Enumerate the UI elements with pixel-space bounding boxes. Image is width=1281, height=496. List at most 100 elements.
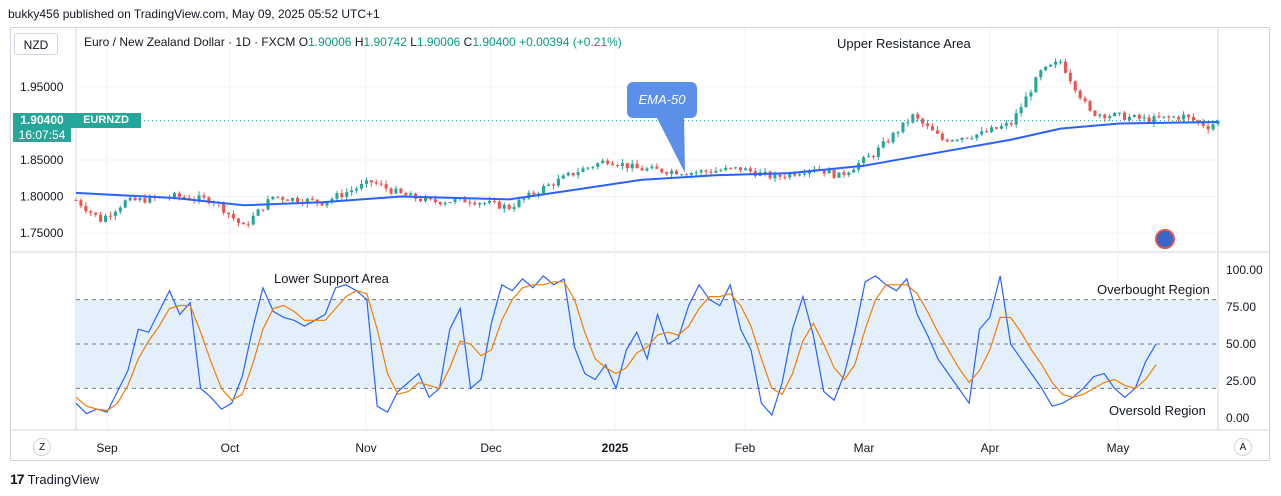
candle-body (743, 168, 747, 171)
candle-body (355, 188, 359, 191)
candle-body (911, 114, 915, 123)
candle-body (478, 203, 482, 205)
candle-body (1113, 112, 1117, 117)
candle-body (389, 188, 393, 194)
candle-body (547, 184, 551, 186)
candle-body (94, 212, 98, 215)
candle-body (635, 163, 639, 169)
ema-callout-pointer (656, 116, 685, 173)
candle-body (256, 209, 260, 216)
symbol-title: Euro / New Zealand Dollar · 1D · FXCM (84, 35, 296, 49)
candle-body (940, 133, 944, 140)
candle-body (483, 202, 487, 204)
candle-body (350, 190, 354, 193)
time-tick-label: Mar (854, 441, 875, 455)
candle-body (630, 163, 634, 169)
price-tick-label: 1.75000 (20, 226, 64, 240)
candle-body (645, 168, 649, 171)
ohlc-open-label: O (298, 35, 309, 49)
candle-body (310, 198, 314, 200)
stoch-tick-label: 50.00 (1226, 337, 1256, 351)
candle-body (399, 188, 403, 194)
oversold-label: Oversold Region (1109, 403, 1206, 418)
symbol-info: Euro / New Zealand Dollar · 1D · FXCM O1… (84, 35, 622, 49)
candle-body (335, 193, 339, 199)
ema50-line (75, 121, 1219, 207)
candle-body (748, 168, 752, 172)
candle-body (1049, 64, 1053, 67)
candle-body (1147, 117, 1151, 123)
candle-body (729, 167, 733, 169)
candle-body (935, 130, 939, 134)
candle-body (182, 196, 186, 198)
last-price-badge: 1.90400 EURNZD 16:07:54 (13, 113, 141, 143)
candle-body (108, 215, 112, 217)
candle-body (980, 131, 984, 135)
candle-body (606, 160, 610, 164)
globe-icon[interactable] (1155, 229, 1175, 249)
candle-body (345, 192, 349, 197)
auto-scale-button[interactable]: A (1234, 438, 1252, 456)
price-tick-label: 1.95000 (20, 80, 64, 94)
candle-body (1014, 113, 1018, 125)
candle-body (1044, 66, 1048, 71)
candle-body (862, 157, 866, 164)
ohlc-change: +0.00394 (+0.21%) (519, 35, 622, 49)
candle-body (852, 169, 856, 173)
chart-canvas[interactable]: 1.95000 1.85000 1.80000 1.75000 Sep Oct Nov Dec… (0, 0, 1281, 496)
candle-body (231, 214, 236, 219)
candle-body (453, 198, 457, 203)
candle-body (985, 131, 989, 133)
upper-resistance-label: Upper Resistance Area (837, 36, 971, 51)
time-tick-label: Oct (221, 441, 240, 455)
candle-body (1177, 116, 1181, 120)
candle-body (286, 199, 290, 201)
candle-body (601, 160, 605, 164)
zoom-button[interactable]: Z (33, 438, 51, 456)
candle-body (1029, 92, 1033, 97)
tradingview-logo[interactable]: 17 TradingView (10, 471, 99, 487)
stoch-band-layer (76, 299, 1218, 389)
candle-body (1063, 61, 1067, 73)
candle-body (591, 166, 595, 168)
candle-body (738, 167, 743, 171)
candle-body (133, 197, 137, 201)
candle-body (881, 141, 885, 148)
candle-body (222, 202, 226, 213)
candle-body (768, 171, 772, 179)
candle-body (443, 202, 447, 205)
candle-body (561, 175, 565, 179)
candle-body (1058, 61, 1063, 63)
candle-body (522, 198, 526, 200)
candle-body (369, 180, 373, 183)
time-tick-label: 2025 (602, 441, 629, 455)
candle-body (1093, 110, 1097, 116)
overbought-label: Overbought Region (1097, 282, 1210, 297)
ohlc-open: 1.90006 (308, 35, 352, 49)
candle-body (965, 137, 969, 139)
candle-body (542, 185, 546, 194)
candle-body (1162, 116, 1166, 118)
candle-body (847, 172, 851, 175)
time-tick-label: May (1107, 441, 1130, 455)
candle-body (714, 170, 718, 173)
currency-selector[interactable]: NZD (14, 33, 58, 55)
candle-body (197, 195, 201, 201)
stoch-tick-label: 25.00 (1226, 374, 1256, 388)
candle-body (438, 202, 442, 205)
candle-body (1024, 96, 1028, 108)
candle-body (1083, 98, 1087, 102)
candle-body (394, 188, 398, 194)
candle-body (1078, 90, 1082, 99)
candle-body (620, 163, 624, 166)
candle-body (246, 224, 250, 226)
candle-body (1152, 116, 1156, 123)
candle-body (123, 200, 127, 208)
axis-layer: 1.95000 1.85000 1.80000 1.75000 Sep Oct Nov Dec… (20, 80, 1263, 455)
candle-body (871, 156, 875, 158)
candle-body (177, 193, 181, 197)
candle-body (1103, 114, 1107, 118)
candle-body (364, 180, 368, 184)
candle-body (950, 139, 954, 142)
candle-body (113, 211, 117, 216)
